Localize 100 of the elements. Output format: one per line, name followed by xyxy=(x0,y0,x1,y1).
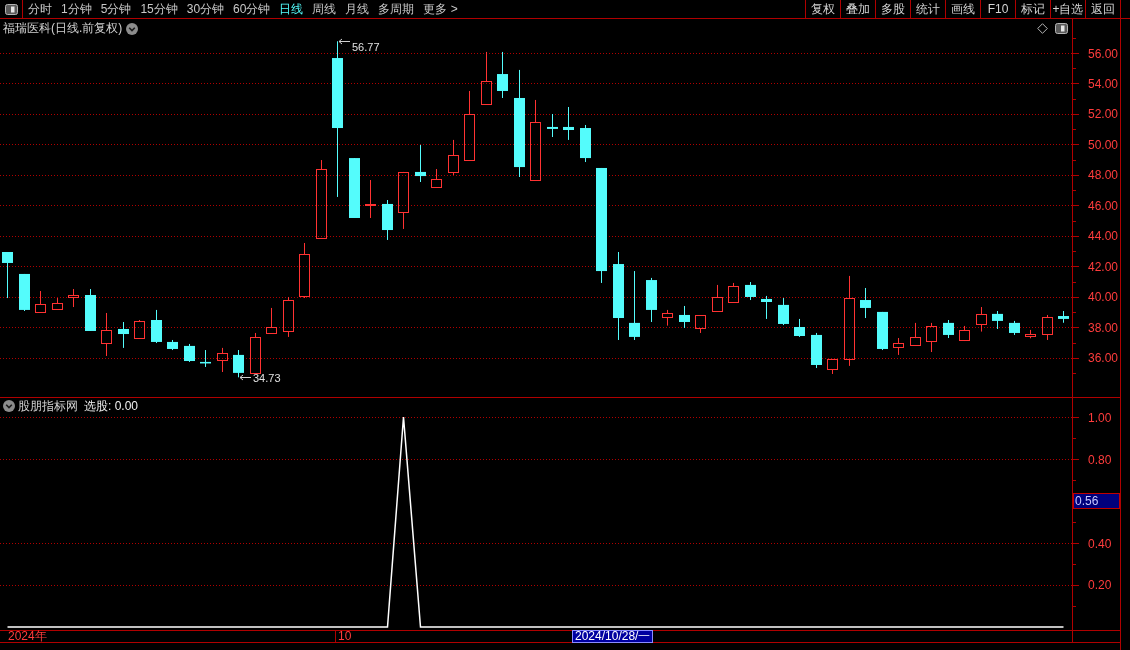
time-axis-label: 2024年 xyxy=(7,631,47,642)
falling-candle xyxy=(778,298,789,326)
rising-candle xyxy=(893,337,904,356)
axis-label: 1.00 xyxy=(1088,410,1112,425)
falling-candle xyxy=(860,288,871,318)
rising-candle xyxy=(68,288,79,308)
falling-candle xyxy=(943,320,954,338)
panel-icon[interactable] xyxy=(1055,23,1068,34)
falling-candle xyxy=(1009,320,1020,335)
period-tab[interactable]: 分时 xyxy=(28,0,52,18)
falling-candle xyxy=(761,295,772,319)
axis-label: 50.00 xyxy=(1088,138,1119,152)
panel-icon xyxy=(4,3,18,15)
axis-label: 40.00 xyxy=(1088,290,1119,305)
period-tab[interactable]: 60分钟 xyxy=(233,0,271,18)
rising-candle xyxy=(398,171,409,230)
axis-label: 56.00 xyxy=(1088,46,1119,61)
leader-arrow xyxy=(239,374,252,381)
period-tab[interactable]: 多周期 xyxy=(378,0,415,18)
toolbar-button[interactable]: 标记 xyxy=(1015,0,1050,18)
axis-label: 42.00 xyxy=(1088,260,1119,274)
falling-candle xyxy=(629,271,640,340)
falling-candle xyxy=(415,144,426,182)
falling-candle xyxy=(85,289,96,331)
toolbar-button[interactable]: 多股 xyxy=(875,0,910,18)
falling-candle xyxy=(1058,311,1069,323)
falling-candle xyxy=(349,158,360,218)
falling-candle xyxy=(200,350,211,367)
indicator-value: 选股: 0.00 xyxy=(84,397,139,415)
rising-candle xyxy=(712,284,723,312)
period-tab[interactable]: 日线 xyxy=(279,0,304,18)
rising-candle xyxy=(662,309,673,327)
falling-candle xyxy=(497,51,508,98)
axis-label: 44.00 xyxy=(1088,229,1119,244)
rising-candle xyxy=(976,306,987,333)
rising-candle xyxy=(52,297,63,311)
rising-candle xyxy=(365,179,376,219)
falling-candle xyxy=(563,107,574,140)
rising-candle xyxy=(448,139,459,176)
leader-arrow xyxy=(338,38,351,45)
toolbar-button[interactable]: 复权 xyxy=(805,0,840,18)
dropdown-icon[interactable] xyxy=(3,400,15,412)
cursor-value-label: 0.56 xyxy=(1073,493,1120,509)
rising-candle xyxy=(266,307,277,334)
period-tab[interactable]: 30分钟 xyxy=(186,0,225,18)
rising-candle xyxy=(910,322,921,346)
toolbar-button[interactable]: 叠加 xyxy=(840,0,875,18)
toolbar-button[interactable]: 画线 xyxy=(945,0,980,18)
time-axis-label: 10 xyxy=(335,631,352,642)
falling-candle xyxy=(745,282,756,300)
axis-label: 0.80 xyxy=(1088,452,1112,467)
falling-candle xyxy=(547,114,558,137)
rising-candle xyxy=(695,314,706,334)
falling-candle xyxy=(118,322,129,348)
chart-title: 福瑞医科(日线.前复权) xyxy=(3,20,123,37)
rising-candle xyxy=(728,282,739,304)
cursor-date-label: 2024/10/28/一 xyxy=(572,630,654,643)
toolbar-button[interactable]: 统计 xyxy=(910,0,945,18)
falling-candle xyxy=(679,305,690,328)
toolbar-button[interactable]: 返回 xyxy=(1085,0,1120,18)
falling-candle xyxy=(580,124,591,163)
toolbar-button[interactable]: F10 xyxy=(980,0,1015,18)
rising-candle xyxy=(35,290,46,313)
diamond-icon[interactable] xyxy=(1037,23,1048,34)
rising-candle xyxy=(299,242,310,299)
axis-label: 52.00 xyxy=(1088,107,1119,122)
more-menu-button[interactable]: 更多 > xyxy=(423,0,458,18)
axis-label: 0.20 xyxy=(1088,578,1112,593)
rising-candle xyxy=(959,325,970,342)
falling-candle xyxy=(877,311,888,351)
axis-label: 36.00 xyxy=(1088,351,1119,366)
axis-label: 0.40 xyxy=(1088,536,1112,551)
falling-candle xyxy=(151,309,162,343)
period-tab[interactable]: 月线 xyxy=(345,0,370,18)
period-tab[interactable]: 5分钟 xyxy=(100,0,132,18)
rising-candle xyxy=(1042,314,1053,341)
falling-candle xyxy=(167,339,178,351)
rising-candle xyxy=(101,312,112,357)
rising-candle xyxy=(926,322,937,353)
period-tab[interactable]: 1分钟 xyxy=(61,0,92,18)
rising-candle xyxy=(1025,329,1036,339)
falling-candle xyxy=(19,273,30,311)
axis-label: 46.00 xyxy=(1088,199,1119,213)
period-tab[interactable]: 周线 xyxy=(312,0,337,18)
period-tab[interactable]: 15分钟 xyxy=(140,0,178,18)
price-label: 56.77 xyxy=(352,40,380,53)
rising-candle xyxy=(134,319,145,339)
axis-label: 38.00 xyxy=(1088,320,1119,335)
rising-candle xyxy=(481,51,492,106)
axis-label: 48.00 xyxy=(1088,168,1119,183)
falling-candle xyxy=(2,252,13,299)
falling-candle xyxy=(184,343,195,362)
falling-candle xyxy=(646,277,657,322)
toolbar-button[interactable]: +自选 xyxy=(1050,0,1085,18)
dropdown-icon[interactable] xyxy=(126,22,139,35)
falling-candle xyxy=(233,350,244,378)
rising-candle xyxy=(827,358,838,375)
rising-candle xyxy=(250,332,261,374)
rising-candle xyxy=(464,90,475,161)
falling-candle xyxy=(811,332,822,369)
